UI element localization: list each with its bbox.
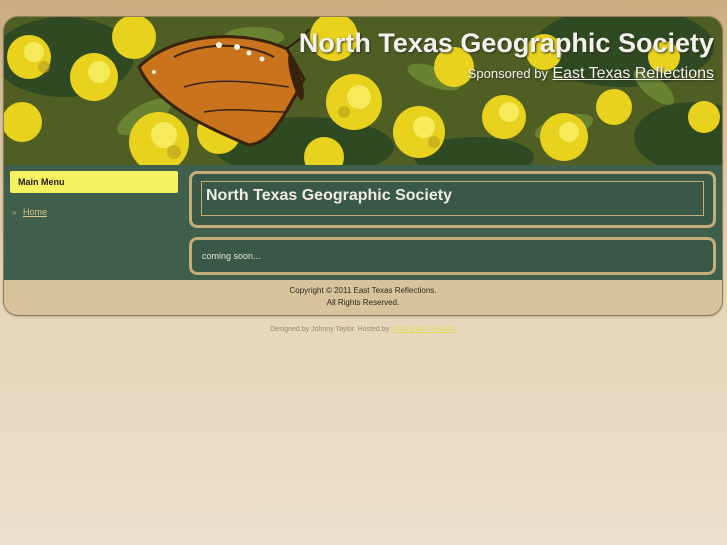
sponsor-label: Sponsored by [467, 66, 548, 81]
copyright-text: Copyright © 2011 East Texas Reflections. [289, 286, 437, 295]
menu-item-home: » Home [12, 207, 47, 217]
header-banner: North Texas Geographic Society Sponsored… [4, 17, 722, 165]
rights-text: All Rights Reserved. [326, 298, 400, 307]
footer: Copyright © 2011 East Texas Reflections.… [4, 280, 722, 315]
host-link[interactable]: Yvonne Ann Hawkins [391, 326, 457, 333]
credits-line: Designed by Johnny Taylor. Hosted by Yvo… [0, 326, 727, 333]
home-link[interactable]: Home [23, 207, 47, 217]
main-menu-heading: Main Menu [10, 171, 178, 193]
sponsor-link[interactable]: East Texas Reflections [552, 65, 714, 82]
page-frame: North Texas Geographic Society Sponsored… [4, 17, 722, 315]
designed-by-text: Designed by Johnny Taylor. Hosted by [270, 326, 390, 333]
page-title: North Texas Geographic Society [206, 187, 452, 204]
sponsor-line: Sponsored by East Texas Reflections [468, 65, 714, 83]
site-title: North Texas Geographic Society [298, 28, 714, 58]
double-chevron-right-icon: » [12, 208, 17, 217]
content-panel: coming soon... [189, 237, 716, 275]
content-text: coming soon... [202, 251, 261, 261]
title-panel-inner: North Texas Geographic Society [201, 181, 704, 216]
main-menu-list: » Home [12, 207, 47, 217]
title-panel: North Texas Geographic Society [189, 171, 716, 228]
content-area: Main Menu » Home North Texas Geographic … [4, 165, 722, 280]
